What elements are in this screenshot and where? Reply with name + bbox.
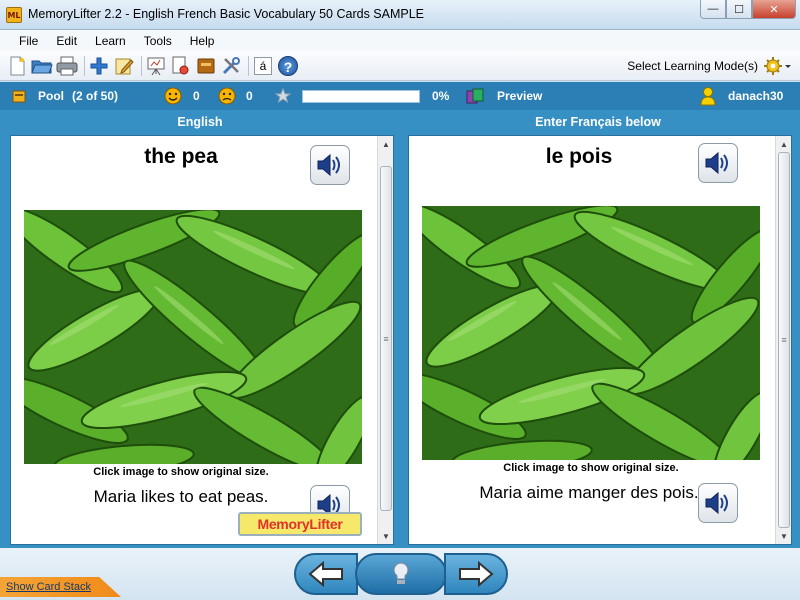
character-map-icon[interactable]: á xyxy=(252,55,274,77)
title-bar: ML MemoryLifter 2.2 - English French Bas… xyxy=(0,0,800,30)
arrow-left-icon xyxy=(308,561,343,587)
memorylifter-logo: MemoryLifter xyxy=(238,512,362,536)
scroll-down-arrow-icon[interactable]: ▼ xyxy=(776,528,791,544)
open-folder-icon[interactable] xyxy=(31,55,53,77)
help-icon[interactable]: ? xyxy=(277,55,299,77)
star-icon xyxy=(275,82,291,110)
question-audio-button[interactable] xyxy=(310,145,350,185)
next-card-button[interactable] xyxy=(444,553,508,595)
answer-example-sentence: Maria aime manger des pois. xyxy=(479,483,699,502)
menu-file[interactable]: File xyxy=(10,32,47,50)
answer-sentence-audio-button[interactable] xyxy=(698,483,738,523)
question-side-header: English xyxy=(177,115,223,129)
previous-card-button[interactable] xyxy=(294,553,358,595)
question-word: the pea xyxy=(144,145,218,168)
toolbar: á ? Select Learning Mode(s) xyxy=(0,51,800,81)
edit-card-icon[interactable] xyxy=(113,55,135,77)
arrow-right-icon xyxy=(459,561,494,587)
answer-image-caption: Click image to show original size. xyxy=(503,462,679,474)
happy-face-icon xyxy=(164,82,182,110)
snow-peas-image xyxy=(422,206,760,460)
window-title: MemoryLifter 2.2 - English French Basic … xyxy=(28,7,425,21)
question-example-sentence: Maria likes to eat peas. xyxy=(93,487,269,506)
speaker-icon xyxy=(317,153,340,177)
box-icon[interactable] xyxy=(195,55,217,77)
answer-image[interactable] xyxy=(422,206,760,460)
user-name: danach30 xyxy=(728,89,784,103)
minimize-button[interactable]: — xyxy=(700,0,726,19)
lightbulb-icon xyxy=(393,562,409,584)
learning-progress-bar xyxy=(302,90,420,103)
hint-button[interactable] xyxy=(355,553,447,595)
correct-count: 0 xyxy=(193,89,200,103)
maximize-button[interactable]: ☐ xyxy=(726,0,752,19)
tools-icon[interactable] xyxy=(220,55,242,77)
question-card-scrollbar[interactable]: ▲ ≡ ▼ xyxy=(377,136,393,544)
menu-bar: File Edit Learn Tools Help xyxy=(0,30,800,51)
speaker-icon xyxy=(705,151,728,175)
add-card-icon[interactable] xyxy=(88,55,110,77)
preview-icon[interactable] xyxy=(466,82,488,110)
answer-audio-button[interactable] xyxy=(698,143,738,183)
menu-tools[interactable]: Tools xyxy=(135,32,181,50)
print-preview-icon[interactable] xyxy=(170,55,192,77)
user-icon xyxy=(700,82,716,110)
print-icon[interactable] xyxy=(56,55,78,77)
wrong-count: 0 xyxy=(246,89,253,103)
scroll-thumb[interactable]: ≡ xyxy=(380,166,392,511)
sad-face-icon xyxy=(218,82,236,110)
progress-percent: 0% xyxy=(432,89,450,103)
menu-edit[interactable]: Edit xyxy=(47,32,86,50)
answer-card-scrollbar[interactable]: ▲ ≡ ▼ xyxy=(775,136,791,544)
close-button[interactable]: ✕ xyxy=(752,0,796,19)
toolbar-separator xyxy=(141,55,142,76)
scroll-up-arrow-icon[interactable]: ▲ xyxy=(776,136,791,152)
preview-label[interactable]: Preview xyxy=(497,82,542,110)
scroll-down-arrow-icon[interactable]: ▼ xyxy=(378,528,393,544)
question-image-caption: Click image to show original size. xyxy=(93,466,269,478)
question-card: the pea Click image to show original siz… xyxy=(10,135,394,545)
question-image[interactable] xyxy=(24,210,362,464)
scroll-thumb[interactable]: ≡ xyxy=(778,152,790,528)
pool-label: Pool xyxy=(38,89,64,103)
new-document-icon[interactable] xyxy=(6,55,28,77)
learning-mode-gear-icon[interactable] xyxy=(762,55,792,77)
pool-count: (2 of 50) xyxy=(72,89,119,103)
bottom-bar: Show Card Stack xyxy=(0,548,800,600)
scroll-up-arrow-icon[interactable]: ▲ xyxy=(378,136,393,152)
speaker-icon xyxy=(705,491,728,515)
card-area: English Enter Français below the pea Cli… xyxy=(0,110,800,548)
show-card-stack-link[interactable]: Show Card Stack xyxy=(0,577,121,597)
status-bar: Pool (2 of 50) 0 0 0% Preview danach30 xyxy=(0,82,800,110)
presentation-icon[interactable] xyxy=(145,55,167,77)
learning-mode-label[interactable]: Select Learning Mode(s) xyxy=(627,59,758,73)
app-logo-icon: ML xyxy=(6,7,22,23)
answer-side-header: Enter Français below xyxy=(535,115,661,129)
answer-card: le pois Click image to show original siz… xyxy=(408,135,792,545)
pool-icon xyxy=(12,82,26,110)
menu-help[interactable]: Help xyxy=(181,32,224,50)
toolbar-separator xyxy=(84,55,85,76)
toolbar-separator xyxy=(248,55,249,76)
snow-peas-image xyxy=(24,210,362,464)
menu-learn[interactable]: Learn xyxy=(86,32,135,50)
